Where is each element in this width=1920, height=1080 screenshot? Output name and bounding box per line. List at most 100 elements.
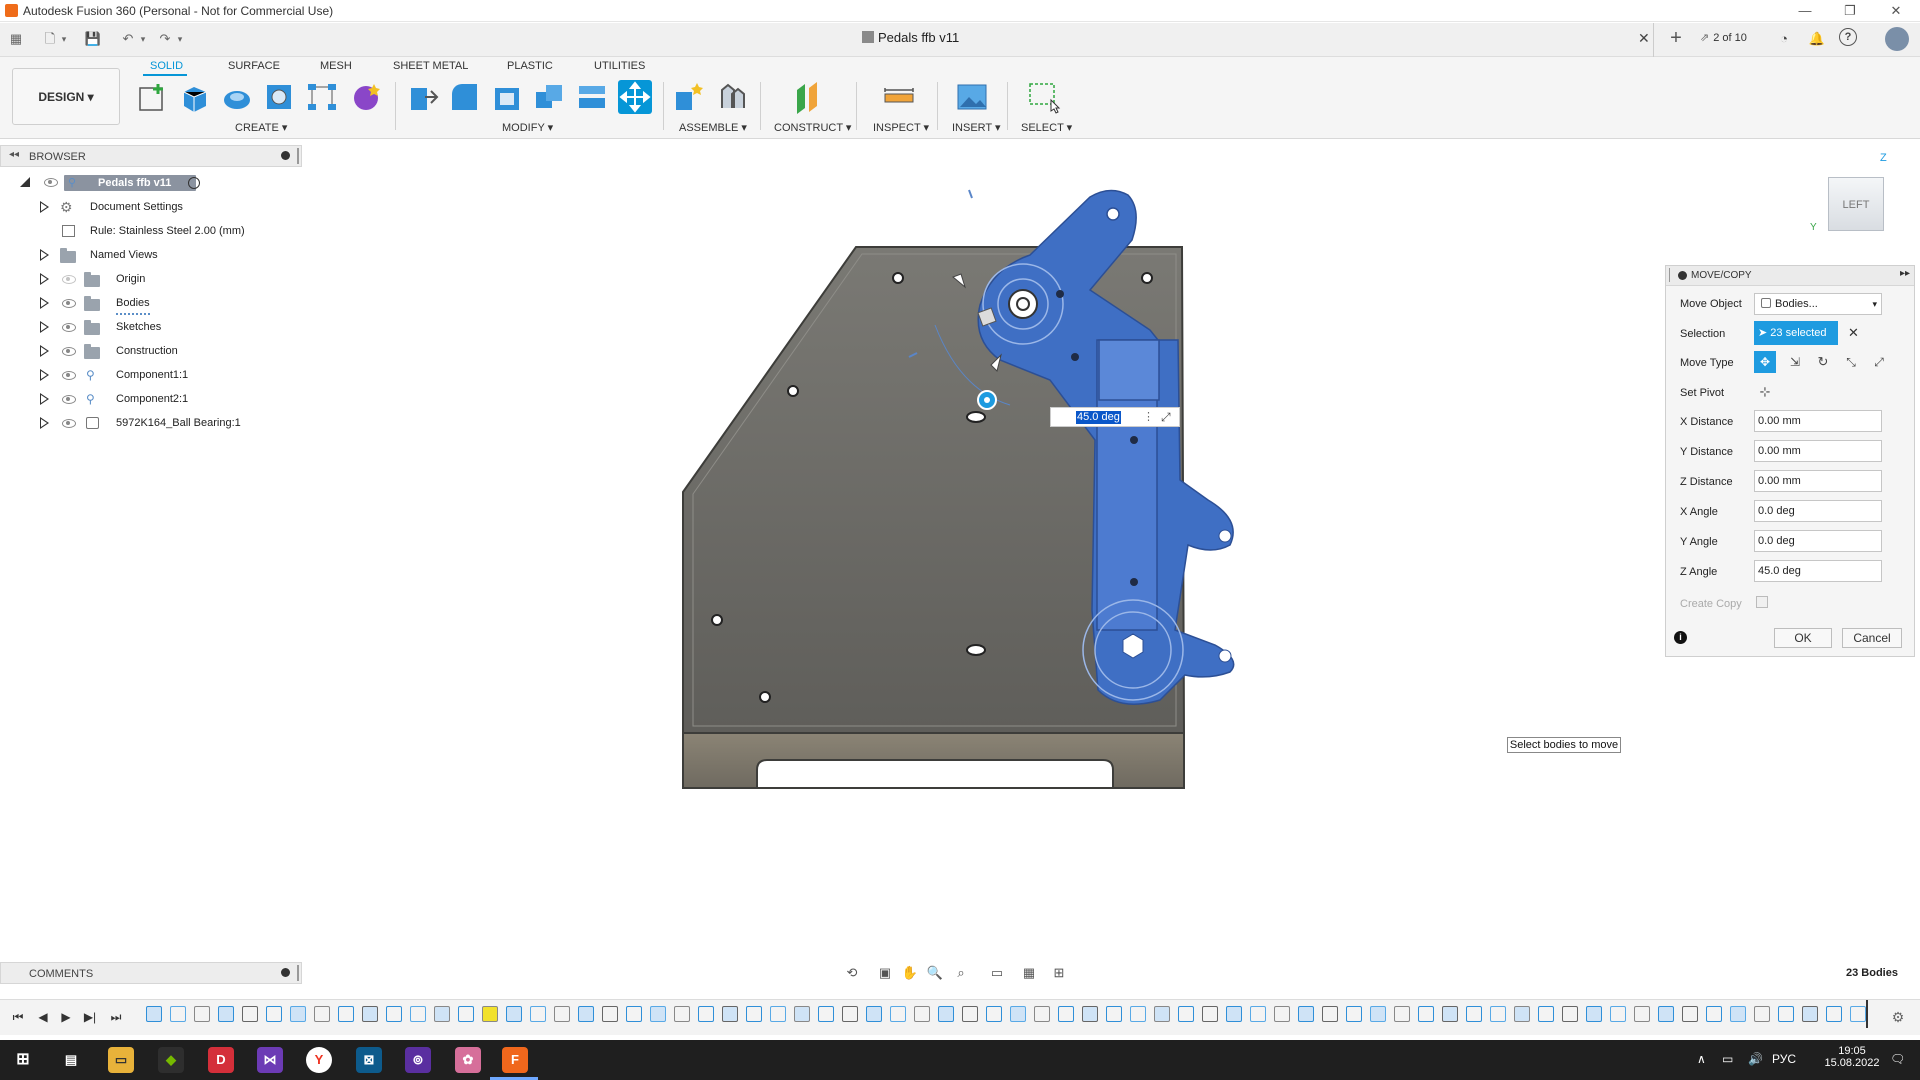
timeline-feature-icon[interactable]: [1706, 1006, 1722, 1022]
timeline-feature-icon[interactable]: [482, 1006, 498, 1022]
network-icon[interactable]: ▭: [1722, 1052, 1733, 1066]
timeline-feature-icon[interactable]: [842, 1006, 858, 1022]
timeline-last-icon[interactable]: ⏭: [108, 1009, 124, 1025]
timeline-feature-icon[interactable]: [1370, 1006, 1386, 1022]
timeline-feature-icon[interactable]: [1202, 1006, 1218, 1022]
timeline-feature-icon[interactable]: [1250, 1006, 1266, 1022]
timeline-feature-icon[interactable]: [1274, 1006, 1290, 1022]
timeline-feature-icon[interactable]: [1346, 1006, 1362, 1022]
info-icon[interactable]: i: [1674, 631, 1687, 644]
more-options-icon[interactable]: ⋮: [1143, 410, 1154, 423]
timeline-feature-icon[interactable]: [1442, 1006, 1458, 1022]
viewports-icon[interactable]: ⊞: [1050, 964, 1068, 982]
timeline-feature-icon[interactable]: [674, 1006, 690, 1022]
timeline-feature-icon[interactable]: [338, 1006, 354, 1022]
timeline-feature-icon[interactable]: [890, 1006, 906, 1022]
app-octopus-icon[interactable]: ✿: [455, 1047, 481, 1073]
set-pivot-icon[interactable]: ⊹: [1754, 381, 1776, 403]
notification-center-icon[interactable]: 🗨: [1890, 1052, 1905, 1066]
cancel-button[interactable]: Cancel: [1842, 628, 1902, 648]
timeline-feature-icon[interactable]: [1298, 1006, 1314, 1022]
language-indicator[interactable]: РУС: [1772, 1052, 1796, 1066]
ok-button[interactable]: OK: [1774, 628, 1832, 648]
pan-icon[interactable]: ✋: [901, 964, 919, 982]
app-blue-icon[interactable]: ⊠: [356, 1047, 382, 1073]
timeline-feature-icon[interactable]: [434, 1006, 450, 1022]
timeline-feature-icon[interactable]: [1082, 1006, 1098, 1022]
viewport-canvas[interactable]: [0, 0, 1920, 1040]
timeline-feature-icon[interactable]: [914, 1006, 930, 1022]
point-to-position-icon[interactable]: ⤢: [1868, 351, 1890, 373]
file-explorer-icon[interactable]: ▭: [108, 1047, 134, 1073]
clock[interactable]: 19:05 15.08.2022: [1822, 1045, 1882, 1069]
timeline-marker[interactable]: [1866, 1000, 1868, 1028]
display-settings-icon[interactable]: ▭: [988, 964, 1006, 982]
timeline-feature-icon[interactable]: [1610, 1006, 1626, 1022]
timeline-feature-icon[interactable]: [578, 1006, 594, 1022]
z-angle-input[interactable]: 45.0 deg: [1754, 560, 1882, 582]
timeline-feature-icon[interactable]: [1826, 1006, 1842, 1022]
timeline-feature-icon[interactable]: [410, 1006, 426, 1022]
timeline-feature-icon[interactable]: [1634, 1006, 1650, 1022]
visual-studio-icon[interactable]: ⋈: [257, 1047, 283, 1073]
timeline-feature-icon[interactable]: [1418, 1006, 1434, 1022]
timeline-feature-icon[interactable]: [722, 1006, 738, 1022]
timeline-feature-icon[interactable]: [386, 1006, 402, 1022]
timeline-feature-icon[interactable]: [458, 1006, 474, 1022]
timeline-feature-icon[interactable]: [794, 1006, 810, 1022]
timeline-feature-icon[interactable]: [866, 1006, 882, 1022]
timeline-feature-icon[interactable]: [1802, 1006, 1818, 1022]
angle-input-value[interactable]: 45.0 deg: [1076, 411, 1121, 424]
comments-pin-icon[interactable]: [281, 968, 290, 977]
timeline-feature-icon[interactable]: [626, 1006, 642, 1022]
timeline-feature-icon[interactable]: [1034, 1006, 1050, 1022]
timeline-feature-icon[interactable]: [506, 1006, 522, 1022]
timeline-feature-icon[interactable]: [362, 1006, 378, 1022]
nvidia-icon[interactable]: ◆: [158, 1047, 184, 1073]
timeline-feature-icon[interactable]: [1466, 1006, 1482, 1022]
timeline-first-icon[interactable]: ⏮: [10, 1009, 26, 1025]
point-to-point-icon[interactable]: ⤡: [1840, 351, 1862, 373]
panel-pin-icon[interactable]: [1678, 271, 1687, 280]
timeline-settings-icon[interactable]: ⚙: [1890, 1009, 1906, 1025]
timeline-feature-icon[interactable]: [242, 1006, 258, 1022]
volume-icon[interactable]: 🔊: [1748, 1052, 1763, 1066]
app-purple-icon[interactable]: ⊚: [405, 1047, 431, 1073]
timeline-feature-icon[interactable]: [602, 1006, 618, 1022]
zoom-icon[interactable]: 🔍: [926, 964, 944, 982]
fusion-360-taskbar-icon[interactable]: F: [502, 1047, 528, 1073]
timeline-feature-icon[interactable]: [746, 1006, 762, 1022]
y-distance-input[interactable]: 0.00 mm: [1754, 440, 1882, 462]
timeline-feature-icon[interactable]: [266, 1006, 282, 1022]
timeline-feature-icon[interactable]: [314, 1006, 330, 1022]
grid-settings-icon[interactable]: ▦: [1020, 964, 1038, 982]
z-distance-input[interactable]: 0.00 mm: [1754, 470, 1882, 492]
panel-resize-handle[interactable]: [1669, 268, 1671, 282]
timeline-next-icon[interactable]: ▶|: [82, 1009, 98, 1025]
timeline-feature-icon[interactable]: [1322, 1006, 1338, 1022]
timeline-feature-icon[interactable]: [1538, 1006, 1554, 1022]
timeline-feature-icon[interactable]: [770, 1006, 786, 1022]
timeline-prev-icon[interactable]: ◀: [35, 1009, 51, 1025]
timeline-feature-icon[interactable]: [170, 1006, 186, 1022]
timeline-feature-icon[interactable]: [1394, 1006, 1410, 1022]
windows-start-icon[interactable]: ⊞: [10, 1047, 36, 1073]
fit-icon[interactable]: ⌕: [952, 964, 970, 982]
timeline-feature-icon[interactable]: [218, 1006, 234, 1022]
timeline-feature-icon[interactable]: [146, 1006, 162, 1022]
timeline-feature-icon[interactable]: [1178, 1006, 1194, 1022]
timeline-feature-icon[interactable]: [1058, 1006, 1074, 1022]
x-distance-input[interactable]: 0.00 mm: [1754, 410, 1882, 432]
timeline-feature-icon[interactable]: [1730, 1006, 1746, 1022]
timeline-feature-icon[interactable]: [554, 1006, 570, 1022]
orbit-icon[interactable]: ⟲: [843, 964, 861, 982]
rotate-icon[interactable]: ↻: [1812, 351, 1834, 373]
timeline-feature-icon[interactable]: [818, 1006, 834, 1022]
pivot-toggle-icon[interactable]: ⤢: [1161, 410, 1171, 425]
timeline-feature-icon[interactable]: [1226, 1006, 1242, 1022]
timeline-feature-icon[interactable]: [1682, 1006, 1698, 1022]
look-at-icon[interactable]: ▣: [876, 964, 894, 982]
timeline-feature-icon[interactable]: [650, 1006, 666, 1022]
timeline-feature-icon[interactable]: [1658, 1006, 1674, 1022]
timeline-feature-icon[interactable]: [1010, 1006, 1026, 1022]
